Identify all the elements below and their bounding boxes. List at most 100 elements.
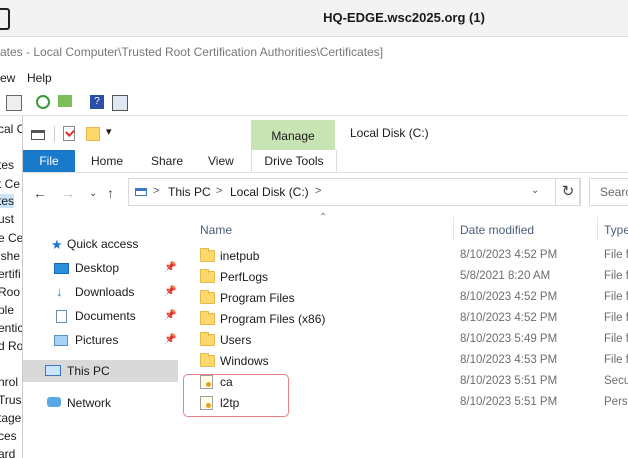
- tree-item[interactable]: e Ce: [0, 231, 22, 245]
- file-date: 8/10/2023 4:52 PM: [460, 249, 558, 261]
- pin-icon[interactable]: 📌: [164, 262, 176, 273]
- quick-access-toolbar: ▾ Manage Local Disk (C:): [23, 116, 628, 150]
- export-list-icon[interactable]: [58, 95, 72, 107]
- breadcrumb-separator[interactable]: >: [216, 185, 222, 197]
- this-pc-icon: [45, 365, 61, 376]
- folder-icon: [200, 332, 215, 346]
- file-row[interactable]: Program Files (x86) 8/10/2023 4:52 PM Fi…: [183, 309, 628, 330]
- tree-item[interactable]: t Ce: [0, 177, 20, 191]
- new-folder-icon[interactable]: [86, 127, 100, 141]
- tab-view[interactable]: View: [208, 154, 234, 168]
- breadcrumb-this-pc[interactable]: This PC: [168, 185, 211, 199]
- properties-icon[interactable]: [63, 126, 75, 141]
- search-input[interactable]: Searc: [589, 178, 628, 206]
- file-name: Program Files: [220, 291, 295, 305]
- toolbar-divider: [54, 126, 55, 142]
- file-date: 8/10/2023 5:49 PM: [460, 333, 558, 345]
- column-divider[interactable]: [453, 217, 454, 241]
- star-icon: ★: [51, 237, 63, 252]
- nav-label: Documents: [75, 309, 136, 323]
- tree-item[interactable]: entic: [0, 321, 22, 335]
- nav-network[interactable]: Network: [23, 392, 178, 414]
- tree-item[interactable]: ard: [0, 447, 15, 458]
- file-row[interactable]: inetpub 8/10/2023 4:52 PM File f: [183, 246, 628, 267]
- file-row[interactable]: Program Files 8/10/2023 4:52 PM File f: [183, 288, 628, 309]
- tree-item[interactable]: ust: [0, 212, 14, 226]
- highlight-box: [183, 374, 289, 417]
- manage-tab-label[interactable]: Manage: [251, 129, 335, 143]
- menu-help[interactable]: Help: [27, 71, 52, 85]
- column-name[interactable]: Name: [200, 223, 232, 237]
- breadcrumb-separator[interactable]: >: [315, 185, 321, 197]
- tree-item[interactable]: ishe: [0, 249, 20, 263]
- tree-item[interactable]: tage: [0, 411, 21, 425]
- navigation-pane: ★ Quick access Desktop 📌 ↓ Downloads 📌 D…: [23, 213, 178, 458]
- nav-label: This PC: [67, 364, 110, 378]
- nav-desktop[interactable]: Desktop 📌: [23, 257, 178, 279]
- column-type[interactable]: Type: [604, 223, 628, 237]
- file-date: 5/8/2021 8:20 AM: [460, 270, 551, 282]
- pictures-icon: [54, 335, 68, 346]
- recent-locations-icon[interactable]: ⌄: [89, 188, 97, 199]
- drive-icon[interactable]: [31, 130, 45, 140]
- nav-documents[interactable]: Documents 📌: [23, 305, 178, 327]
- breadcrumb-local-disk[interactable]: Local Disk (C:): [230, 185, 309, 199]
- address-bar[interactable]: > This PC > Local Disk (C:) > ⌄: [128, 178, 580, 206]
- tree-item-selected[interactable]: tes: [0, 194, 15, 208]
- file-date: 8/10/2023 5:51 PM: [460, 375, 558, 387]
- tab-share[interactable]: Share: [151, 154, 183, 168]
- tree-item[interactable]: Trus: [0, 393, 22, 407]
- file-row[interactable]: PerfLogs 5/8/2021 8:20 AM File f: [183, 267, 628, 288]
- tab-drive-tools[interactable]: Drive Tools: [251, 150, 337, 172]
- tree-item[interactable]: nrol: [0, 375, 18, 389]
- nav-downloads[interactable]: ↓ Downloads 📌: [23, 281, 178, 303]
- address-history-icon[interactable]: ⌄: [531, 185, 539, 196]
- back-arrow-icon[interactable]: ←: [33, 185, 47, 201]
- folder-icon: [200, 290, 215, 304]
- refresh-icon[interactable]: [36, 95, 50, 109]
- tree-item[interactable]: tes: [0, 158, 14, 172]
- tree-item[interactable]: ple: [0, 303, 14, 317]
- folder-icon: [200, 311, 215, 325]
- file-type: File f: [604, 354, 628, 366]
- column-divider[interactable]: [597, 217, 598, 241]
- file-name: Windows: [220, 354, 269, 368]
- pin-icon[interactable]: 📌: [164, 334, 176, 345]
- menu-view[interactable]: ew: [0, 71, 15, 85]
- refresh-icon[interactable]: ↻: [555, 178, 581, 206]
- file-row[interactable]: Users 8/10/2023 5:49 PM File f: [183, 330, 628, 351]
- file-type: File f: [604, 249, 628, 261]
- tab-home[interactable]: Home: [91, 154, 123, 168]
- pin-icon[interactable]: 📌: [164, 286, 176, 297]
- file-name: Program Files (x86): [220, 312, 326, 326]
- tree-item[interactable]: cal C: [0, 122, 22, 136]
- folder-icon: [200, 248, 215, 262]
- nav-label: Network: [67, 396, 112, 410]
- file-row[interactable]: Windows 8/10/2023 4:53 PM File f: [183, 351, 628, 372]
- tree-item[interactable]: ces: [0, 429, 17, 443]
- column-date-modified[interactable]: Date modified: [460, 223, 534, 237]
- tree-item[interactable]: Roo: [0, 285, 20, 299]
- forward-arrow-icon[interactable]: →: [61, 185, 75, 201]
- tree-item[interactable]: ertifi: [0, 267, 21, 281]
- nav-this-pc[interactable]: This PC: [23, 360, 178, 382]
- mmc-title: ates - Local Computer\Trusted Root Certi…: [0, 45, 384, 59]
- breadcrumb-separator[interactable]: >: [153, 185, 159, 197]
- desktop-icon: [54, 263, 69, 274]
- navigation-bar: ← → ⌄ ↑ > This PC > Local Disk (C:) > ⌄ …: [23, 173, 628, 213]
- properties-icon[interactable]: [112, 95, 128, 111]
- customize-toolbar-icon[interactable]: ▾: [106, 125, 112, 138]
- clipboard-icon[interactable]: [6, 95, 22, 111]
- remote-desktop-bar: HQ-EDGE.wsc2025.org (1): [0, 0, 628, 37]
- tab-file[interactable]: File: [23, 150, 75, 172]
- up-arrow-icon[interactable]: ↑: [107, 185, 114, 201]
- help-icon[interactable]: ?: [90, 95, 104, 109]
- file-type: File f: [604, 333, 628, 345]
- network-icon: [47, 397, 61, 407]
- pin-icon[interactable]: 📌: [164, 310, 176, 321]
- nav-pictures[interactable]: Pictures 📌: [23, 329, 178, 351]
- nav-label: Quick access: [67, 237, 139, 251]
- nav-quick-access[interactable]: ★ Quick access: [23, 233, 178, 255]
- file-date: 8/10/2023 5:51 PM: [460, 396, 558, 408]
- tree-item[interactable]: d Ro: [0, 339, 22, 353]
